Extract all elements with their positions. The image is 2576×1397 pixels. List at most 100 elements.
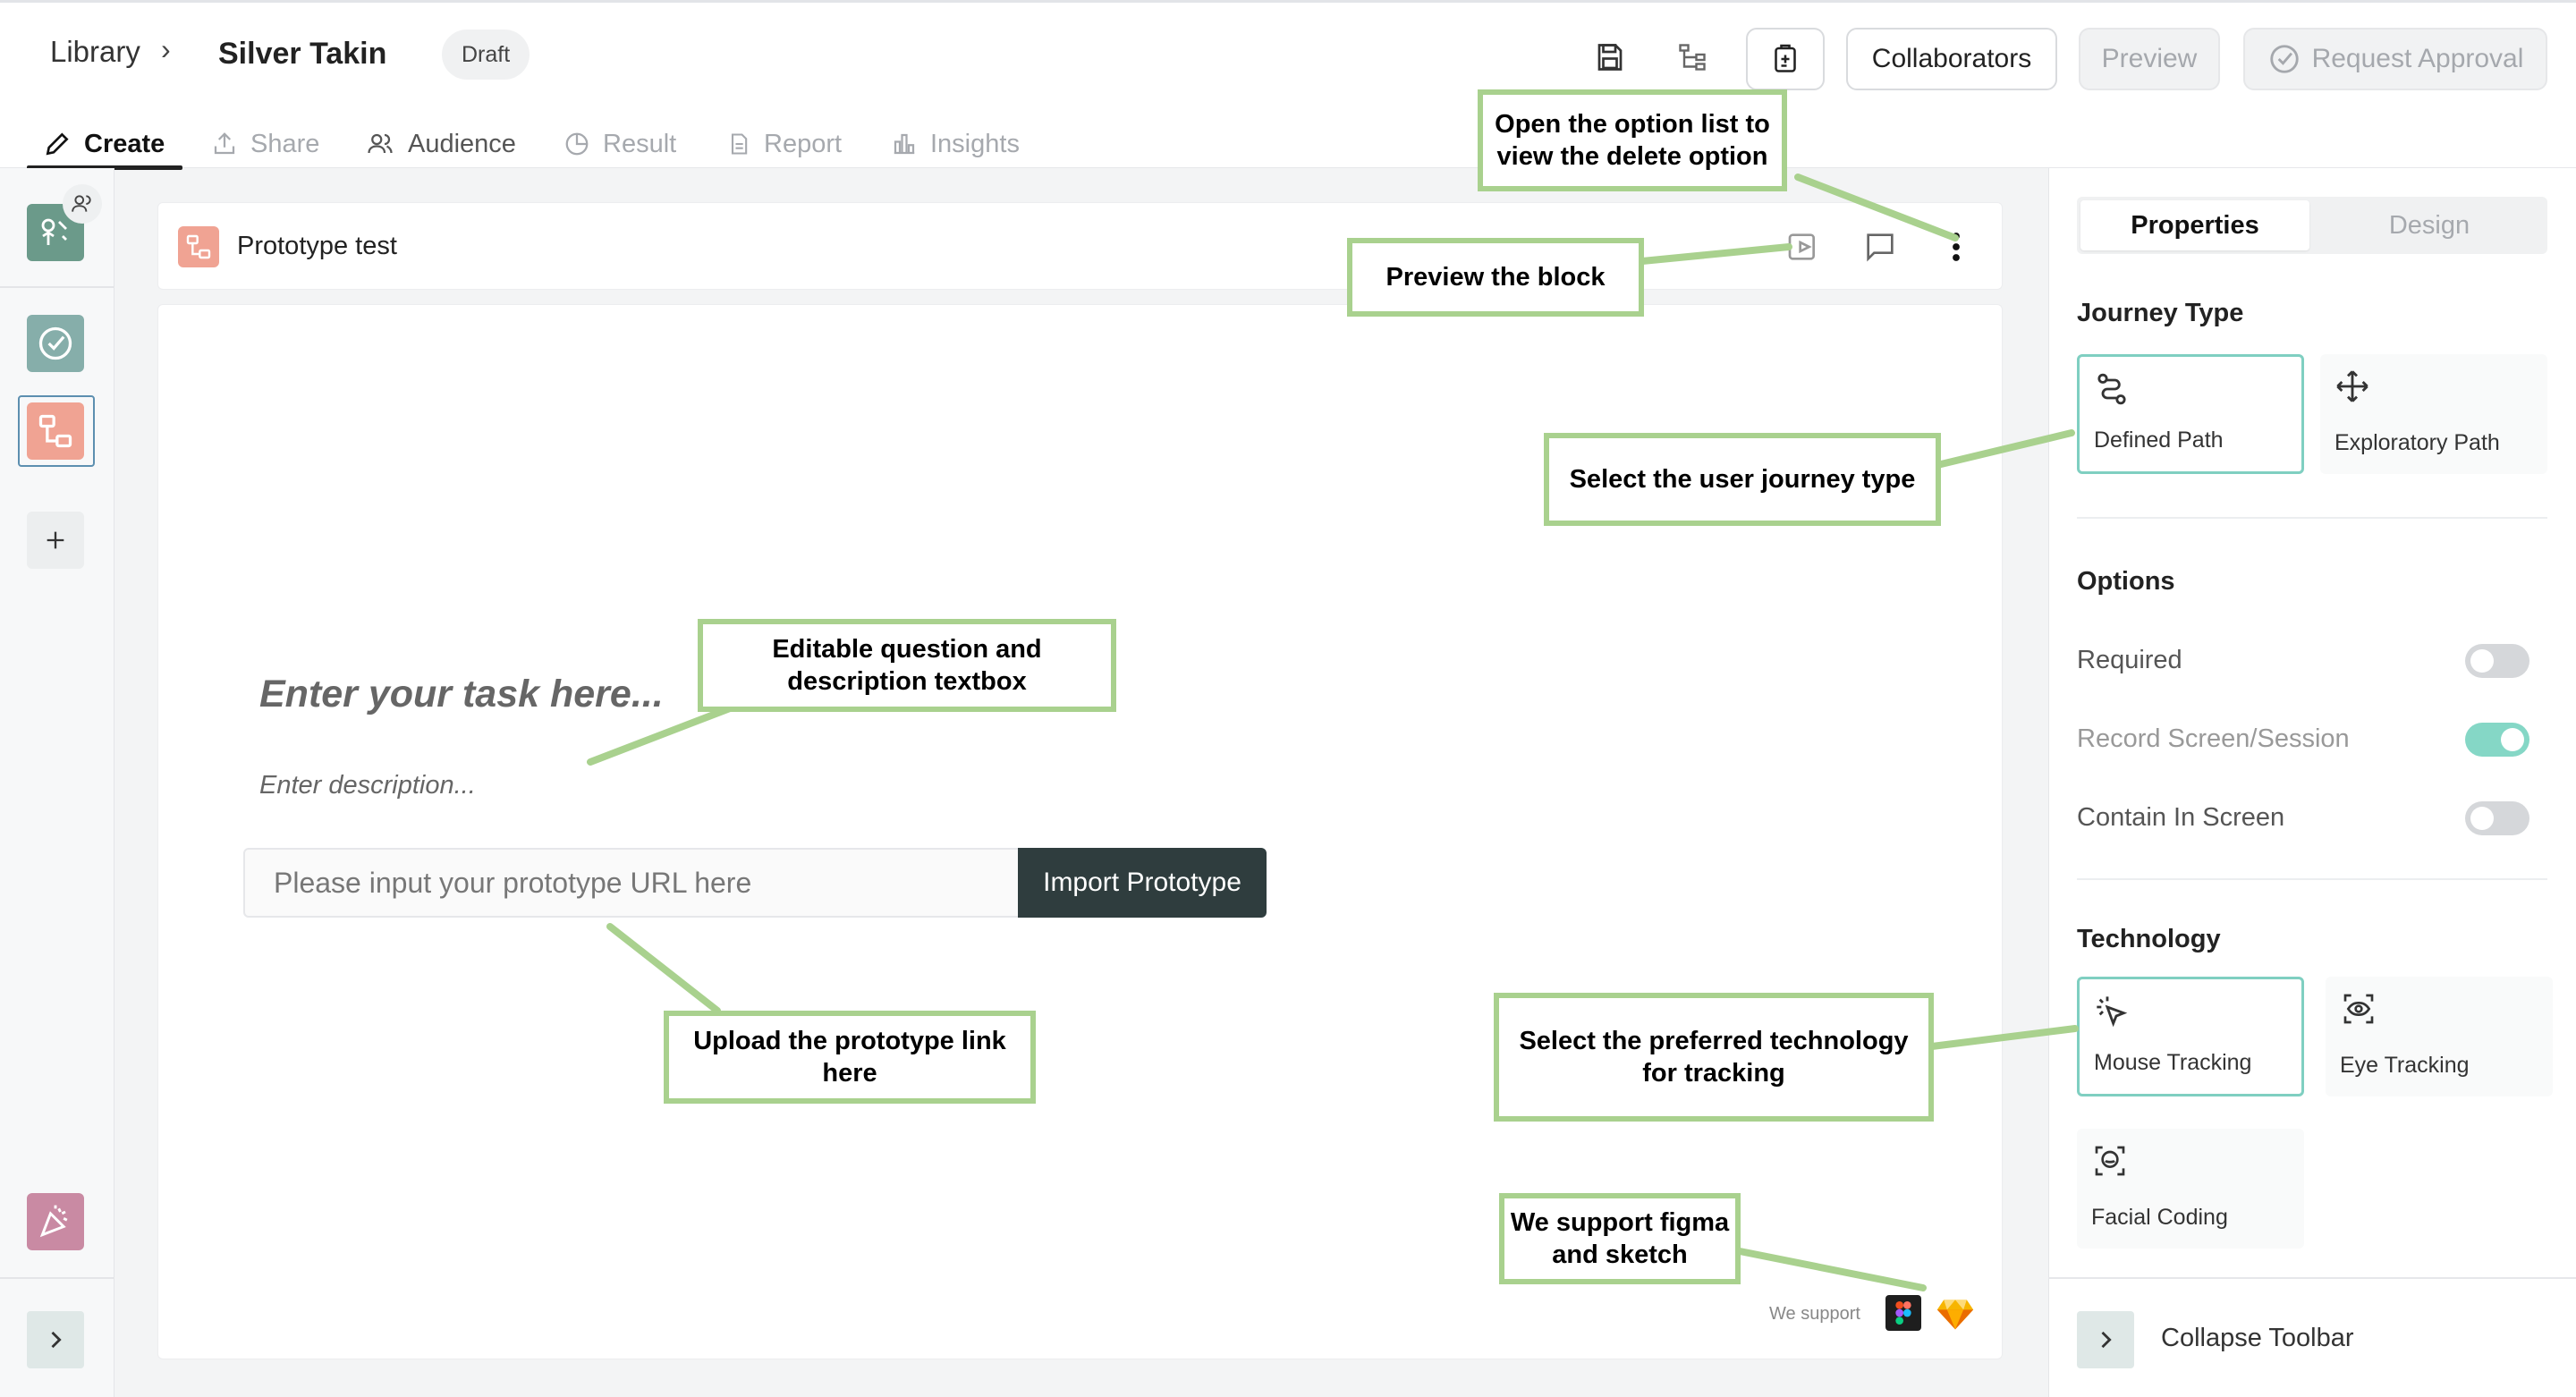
panel-footer-divider <box>2048 1277 2576 1279</box>
flow-icon <box>1679 44 1706 71</box>
breadcrumb-library[interactable]: Library <box>50 35 140 69</box>
move-arrows-icon <box>2336 370 2368 402</box>
chevron-right-icon <box>2101 1331 2112 1349</box>
share-icon <box>214 132 235 155</box>
tab-audience-label: Audience <box>408 129 516 158</box>
left-block-rail <box>0 168 114 1397</box>
rail-block-thankyou[interactable] <box>27 1193 84 1250</box>
journey-type-title: Journey Type <box>2077 299 2244 327</box>
pie-icon <box>565 132 589 156</box>
tab-audience[interactable]: Audience <box>365 119 516 169</box>
annotation-question-box: Editable question and description textbo… <box>698 619 1116 712</box>
tab-share[interactable]: Share <box>211 119 319 169</box>
preview-button[interactable]: Preview <box>2079 28 2220 90</box>
tab-report[interactable]: Report <box>726 119 842 169</box>
bar-chart-icon <box>894 133 915 155</box>
expand-rail-button[interactable] <box>27 1311 84 1368</box>
import-prototype-button[interactable]: Import Prototype <box>1018 848 1267 918</box>
rail-divider <box>0 286 114 288</box>
block-header: Prototype test <box>157 202 2003 290</box>
panel-tabs: Properties Design <box>2077 197 2547 254</box>
collapse-toolbar-button[interactable] <box>2077 1311 2134 1368</box>
technology-title: Technology <box>2077 925 2221 953</box>
tech-facial-coding[interactable]: Facial Coding <box>2077 1129 2304 1249</box>
panel-divider <box>2077 517 2547 519</box>
option-contain-screen-toggle[interactable] <box>2465 801 2529 835</box>
tab-create-label: Create <box>84 129 165 158</box>
users-icon <box>72 195 91 212</box>
tech-mouse-tracking-label: Mouse Tracking <box>2094 1050 2252 1075</box>
annotation-preview-block: Preview the block <box>1347 238 1644 317</box>
tech-eye-tracking-label: Eye Tracking <box>2340 1053 2470 1078</box>
plus-icon <box>47 531 64 549</box>
request-approval-button[interactable]: Request Approval <box>2243 28 2547 90</box>
request-approval-label: Request Approval <box>2311 44 2524 73</box>
tab-create[interactable]: Create <box>43 119 165 169</box>
check-circle-icon <box>2269 45 2299 73</box>
option-record-screen-label: Record Screen/Session <box>2077 724 2350 753</box>
page-title[interactable]: Silver Takin <box>218 37 386 72</box>
document-icon <box>731 133 748 155</box>
preview-play-icon <box>1788 233 1815 260</box>
chevron-right-icon <box>51 1331 62 1349</box>
panel-divider <box>2077 878 2547 880</box>
rail-audience-badge <box>63 184 102 224</box>
option-record-screen-toggle[interactable] <box>2465 723 2529 757</box>
more-vertical-icon <box>1953 233 1960 261</box>
face-scan-icon <box>2095 1146 2125 1176</box>
cursor-click-icon <box>2097 996 2128 1028</box>
journey-defined-path-label: Defined Path <box>2094 428 2224 453</box>
figma-icon <box>1885 1295 1921 1331</box>
tech-mouse-tracking[interactable]: Mouse Tracking <box>2077 977 2304 1096</box>
description-textbox[interactable]: Enter description... <box>259 771 476 800</box>
tab-result[interactable]: Result <box>564 119 676 169</box>
tab-design[interactable]: Design <box>2315 200 2544 250</box>
prototype-flow-icon <box>186 234 211 259</box>
add-note-button[interactable] <box>1746 28 1825 90</box>
clipboard-plus-icon <box>1775 44 1796 72</box>
logic-flow-button[interactable] <box>1655 28 1730 87</box>
annotation-technology: Select the preferred technology for trac… <box>1494 993 1934 1122</box>
option-required-label: Required <box>2077 646 2182 674</box>
block-title[interactable]: Prototype test <box>237 232 397 261</box>
annotation-support: We support figma and sketch <box>1499 1193 1741 1284</box>
tech-eye-tracking[interactable]: Eye Tracking <box>2326 977 2553 1096</box>
tab-insights-label: Insights <box>930 129 1020 158</box>
rail-divider <box>0 1277 114 1279</box>
sketch-icon <box>1936 1293 1975 1333</box>
options-title: Options <box>2077 567 2175 596</box>
eye-scan-icon <box>2343 994 2374 1024</box>
option-required-toggle[interactable] <box>2465 644 2529 678</box>
tab-result-label: Result <box>603 129 677 158</box>
collapse-toolbar-label[interactable]: Collapse Toolbar <box>2161 1324 2354 1353</box>
rail-block-check[interactable] <box>27 315 84 372</box>
check-circle-icon <box>38 326 72 360</box>
journey-exploratory-path-label: Exploratory Path <box>2334 430 2500 455</box>
save-button[interactable] <box>1572 28 1648 87</box>
support-label: We support <box>1769 1304 1860 1324</box>
rail-block-prototype[interactable] <box>27 402 84 460</box>
save-icon <box>1597 44 1623 71</box>
journey-defined-path[interactable]: Defined Path <box>2077 354 2304 474</box>
breadcrumb-separator: › <box>161 33 171 65</box>
tab-properties[interactable]: Properties <box>2080 200 2309 250</box>
block-type-icon <box>178 226 219 267</box>
tab-share-label: Share <box>250 129 320 158</box>
comment-icon <box>1867 233 1894 262</box>
more-options-button[interactable] <box>1938 226 1974 267</box>
preview-block-button[interactable] <box>1783 226 1824 267</box>
party-popper-icon <box>39 1205 68 1238</box>
journey-exploratory-path[interactable]: Exploratory Path <box>2320 354 2547 474</box>
prototype-url-input[interactable] <box>243 848 1020 918</box>
option-contain-screen-label: Contain In Screen <box>2077 803 2285 832</box>
top-header: Library › Silver Takin Draft Collaborato… <box>0 0 2576 170</box>
comment-button[interactable] <box>1860 226 1901 267</box>
annotation-delete-option: Open the option list to view the delete … <box>1478 89 1787 191</box>
task-textbox[interactable]: Enter your task here... <box>259 673 664 716</box>
pencil-icon <box>46 132 69 156</box>
add-block-button[interactable] <box>27 512 84 569</box>
collaborators-button[interactable]: Collaborators <box>1846 28 2057 90</box>
tab-insights[interactable]: Insights <box>891 119 1020 169</box>
tab-report-label: Report <box>764 129 843 158</box>
route-icon <box>2097 373 2126 405</box>
